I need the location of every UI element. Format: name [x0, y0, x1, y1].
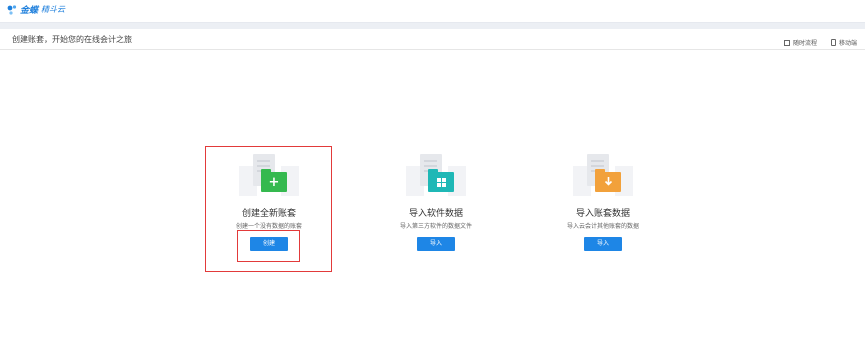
- download-arrow-icon: [595, 172, 621, 192]
- tool-mobile-label: 移动端: [838, 40, 857, 47]
- card-import-ledger: 导入账套数据 导入云会计其他账套的数据 导入: [533, 150, 673, 251]
- tool-flow-label: 随时流程: [792, 40, 817, 47]
- card-title: 导入账套数据: [575, 209, 630, 219]
- card-import-software: 导入软件数据 导入第三方软件的数据文件 导入: [366, 150, 506, 251]
- highlight-box-button: [237, 230, 300, 262]
- product-name: 精斗云: [41, 5, 66, 14]
- page-title: 创建账套，开始您的在线会计之旅: [12, 35, 132, 44]
- tool-mobile[interactable]: 移动端: [830, 38, 857, 47]
- card-illustration: [404, 150, 468, 198]
- doc-icon: [783, 39, 790, 46]
- grid-icon: [428, 172, 454, 192]
- top-bar: 金蝶 精斗云: [0, 0, 865, 23]
- kingdee-logo-icon: [7, 4, 17, 15]
- card-description: 导入第三方软件的数据文件: [399, 223, 472, 230]
- phone-icon: [830, 39, 836, 46]
- card-title: 导入软件数据: [408, 209, 463, 219]
- import-ledger-button[interactable]: 导入: [584, 237, 622, 251]
- folder-icon: [595, 169, 621, 192]
- import-software-button[interactable]: 导入: [417, 237, 455, 251]
- title-bar: 创建账套，开始您的在线会计之旅 随时流程 移动端: [0, 29, 865, 50]
- card-illustration: [571, 150, 635, 198]
- brand-name: 金蝶: [20, 6, 39, 16]
- card-description: 导入云会计其他账套的数据: [566, 223, 639, 230]
- toolbar: 随时流程 移动端: [783, 38, 857, 47]
- folder-icon: [428, 169, 454, 192]
- app-logo[interactable]: 金蝶 精斗云: [6, 3, 65, 16]
- tool-flow[interactable]: 随时流程: [783, 38, 817, 47]
